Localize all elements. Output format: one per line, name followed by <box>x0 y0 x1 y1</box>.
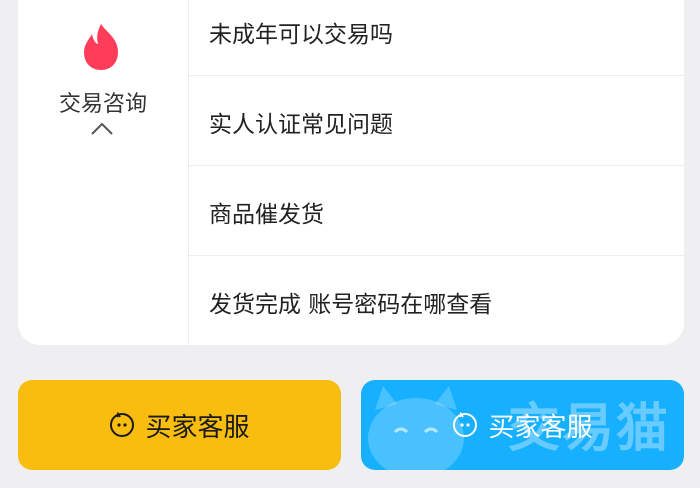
question-list: 未成年可以交易吗 实人认证常见问题 商品催发货 发货完成 账号密码在哪查看 <box>188 0 685 345</box>
question-label: 发货完成 账号密码在哪查看 <box>209 292 493 318</box>
buyer-service-button-primary[interactable]: 买家客服 <box>18 380 341 470</box>
buyer-service-label: 买家客服 <box>145 412 250 443</box>
question-item-identity-verification[interactable]: 实人认证常见问题 <box>189 78 685 166</box>
question-item-account-password[interactable]: 发货完成 账号密码在哪查看 <box>189 258 685 346</box>
buyer-service-button-secondary[interactable]: 交易猫 买家客服 <box>361 380 684 470</box>
question-label: 实人认证常见问题 <box>209 112 393 138</box>
question-label: 商品催发货 <box>209 202 324 228</box>
flame-icon <box>84 24 118 70</box>
question-label: 未成年可以交易吗 <box>209 22 393 48</box>
category-panel[interactable]: 交易咨询 <box>18 0 188 345</box>
chat-face-icon <box>110 412 135 437</box>
category-label: 交易咨询 <box>58 92 147 117</box>
question-item-urge-delivery[interactable]: 商品催发货 <box>189 168 685 256</box>
buyer-service-label: 买家客服 <box>488 412 593 443</box>
chevron-up-icon[interactable] <box>90 122 114 136</box>
question-item-underage[interactable]: 未成年可以交易吗 <box>189 0 685 76</box>
chat-face-icon <box>453 412 478 437</box>
